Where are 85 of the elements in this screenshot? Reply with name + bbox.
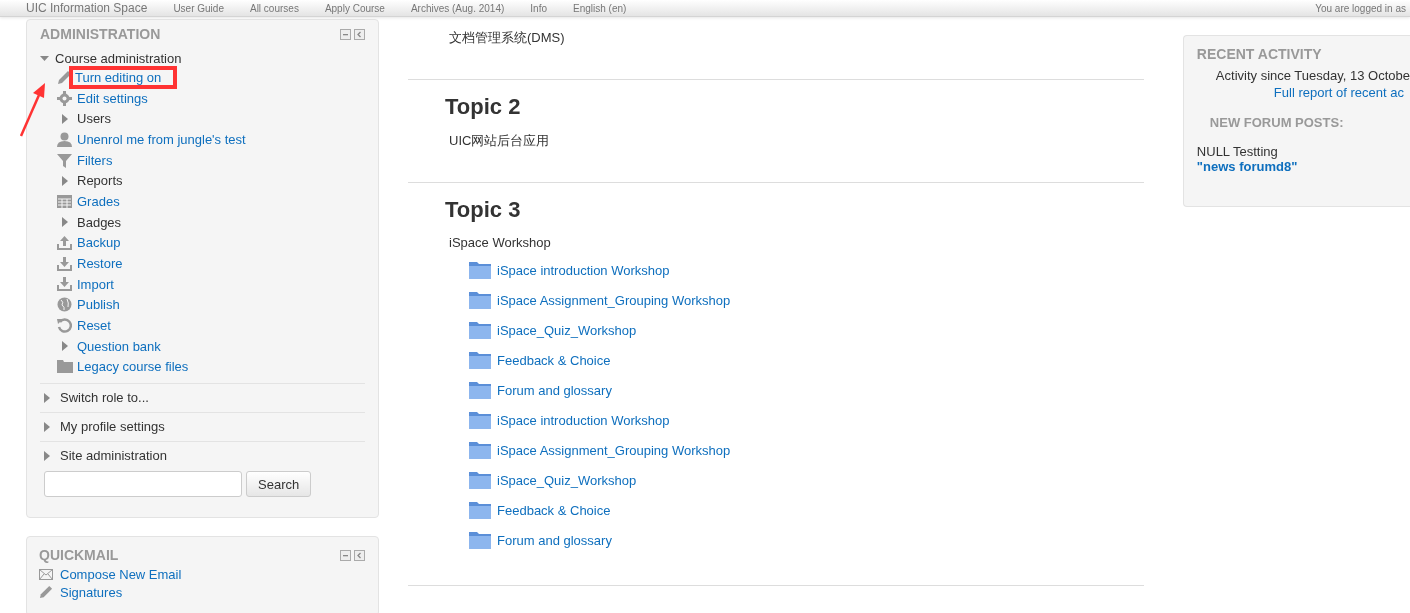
dock-icon[interactable]: [354, 549, 365, 561]
site-brand[interactable]: UIC Information Space: [26, 1, 148, 15]
folder-icon: [469, 381, 491, 399]
folder-icon: [469, 261, 491, 279]
globe-icon: [57, 297, 72, 313]
tree-branch[interactable]: My profile settings: [60, 419, 165, 435]
person-icon: [57, 131, 72, 147]
activity-link[interactable]: iSpace Assignment_Grouping Workshop: [497, 442, 731, 458]
download-icon: [57, 256, 72, 271]
pencil-icon: [57, 69, 72, 85]
caret-icon: [61, 217, 68, 228]
nav-link[interactable]: User Guide: [173, 2, 224, 14]
folder-icon: [56, 360, 73, 374]
menu-link[interactable]: Import: [75, 276, 116, 292]
nav-link[interactable]: English (en): [573, 2, 627, 14]
envelope-icon: [39, 568, 53, 580]
activity-link[interactable]: iSpace_Quiz_Workshop: [497, 472, 637, 488]
menu-link[interactable]: Users: [75, 111, 113, 127]
activity-link[interactable]: Forum and glossary: [497, 532, 612, 548]
menu-link[interactable]: Signatures: [60, 584, 123, 600]
folder-icon: [469, 291, 491, 309]
activity-link[interactable]: iSpace introduction Workshop: [497, 412, 670, 428]
tree-branch[interactable]: Course administration: [55, 50, 182, 66]
topic-title: Topic 2: [445, 94, 522, 120]
tree-branch[interactable]: Switch role to...: [60, 390, 149, 406]
menu-link[interactable]: Restore: [75, 256, 125, 272]
activity-link[interactable]: Forum and glossary: [497, 382, 612, 398]
menu-link[interactable]: Legacy course files: [75, 359, 191, 375]
activity-link[interactable]: iSpace introduction Workshop: [497, 262, 670, 278]
nav-link[interactable]: Info: [530, 2, 547, 14]
login-info: You are logged in as: [1315, 2, 1406, 14]
topic-title: Topic 3: [445, 197, 522, 223]
menu-link[interactable]: Turn editing on: [69, 65, 178, 89]
post-link[interactable]: "news forumd8": [1196, 159, 1410, 174]
menu-link[interactable]: Grades: [75, 193, 122, 209]
post-author: NULL Testting: [1196, 144, 1279, 159]
nav-link[interactable]: Apply Course: [324, 2, 385, 14]
search-field[interactable]: [44, 471, 242, 498]
menu-link[interactable]: Publish: [75, 297, 122, 313]
menu-link[interactable]: Filters: [75, 152, 115, 168]
topic-summary: iSpace Workshop: [448, 235, 552, 252]
menu-link[interactable]: Edit settings: [75, 90, 150, 106]
activity-link[interactable]: iSpace_Quiz_Workshop: [497, 322, 637, 338]
caret-icon: [61, 341, 68, 352]
reset-icon: [57, 318, 72, 334]
gear-icon: [57, 90, 72, 106]
nav-link[interactable]: Archives (Aug. 2014): [410, 2, 505, 14]
menu-link[interactable]: Question bank: [75, 338, 163, 354]
folder-icon: [469, 411, 491, 429]
collapse-icon[interactable]: [340, 28, 351, 40]
block-title: RECENT ACTIVITY: [1196, 46, 1323, 62]
collapse-icon[interactable]: [340, 549, 351, 561]
activity-since: Activity since Tuesday, 13 Octobe: [1214, 68, 1410, 83]
folder-icon: [469, 441, 491, 459]
caret-icon: [61, 113, 68, 124]
block-title: ADMINISTRATION: [40, 26, 161, 42]
pencil-icon: [39, 585, 53, 600]
activity-link[interactable]: Feedback & Choice: [497, 502, 611, 518]
search-button[interactable]: Search: [246, 471, 312, 498]
topic-summary: 文档管理系统(DMS): [448, 29, 566, 47]
activity-link[interactable]: iSpace Assignment_Grouping Workshop: [497, 292, 731, 308]
topic-summary: UIC网站后台应用: [448, 132, 551, 150]
menu-link[interactable]: Badges: [75, 214, 124, 230]
menu-link[interactable]: Backup: [75, 235, 123, 251]
folder-icon: [469, 501, 491, 519]
tree-branch[interactable]: Site administration: [60, 448, 167, 464]
funnel-icon: [57, 152, 72, 168]
menu-link[interactable]: Unenrol me from jungle's test: [75, 131, 248, 147]
menu-link[interactable]: Reports: [75, 173, 125, 189]
block-title: QUICKMAIL: [39, 547, 119, 564]
activity-link[interactable]: Feedback & Choice: [497, 352, 611, 368]
forum-posts-heading: NEW FORUM POSTS:: [1208, 115, 1345, 130]
folder-icon: [469, 471, 491, 489]
menu-link[interactable]: Compose New Email: [60, 566, 182, 582]
folder-icon: [469, 321, 491, 339]
menu-link[interactable]: Reset: [75, 318, 113, 334]
download-icon: [57, 277, 72, 292]
upload-icon: [57, 235, 72, 250]
caret-icon: [61, 175, 68, 186]
nav-link[interactable]: All courses: [249, 2, 299, 14]
table-icon: [57, 194, 72, 208]
folder-icon: [469, 531, 491, 549]
full-report-link[interactable]: Full report of recent ac: [1196, 85, 1410, 100]
dock-icon[interactable]: [354, 28, 365, 40]
folder-icon: [469, 351, 491, 369]
